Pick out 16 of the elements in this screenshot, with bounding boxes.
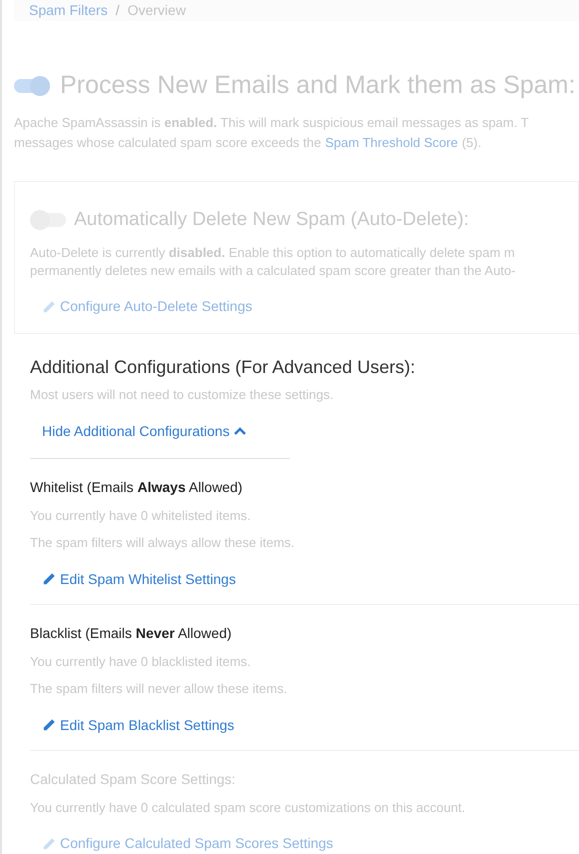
pencil-icon [42, 718, 56, 732]
toggle-link[interactable]: Hide Additional Configurations [42, 420, 579, 442]
section-title: Additional Configurations (For Advanced Users): [30, 356, 416, 379]
pencil-icon [42, 300, 56, 314]
edit-link[interactable]: Edit Spam Whitelist Settings [42, 568, 579, 590]
pencil-icon [42, 836, 56, 850]
breadcrumb-separator: / [116, 1, 120, 20]
breadcrumb-link[interactable]: Spam Filters [29, 0, 108, 21]
edit-link[interactable]: Configure Calculated Spam Scores Settings [42, 833, 579, 854]
pencil-icon [42, 572, 56, 586]
subsection-title: Whitelist (Emails Always Allowed) [30, 478, 244, 497]
configure-link[interactable]: Configure Auto-Delete Settings [42, 296, 578, 317]
edit-link[interactable]: Edit Spam Blacklist Settings [42, 714, 579, 736]
subsection-title: Blacklist (Emails Never Allowed) [30, 624, 233, 643]
threshold-link[interactable]: Spam Threshold Score [325, 132, 458, 152]
toggle-switch[interactable] [14, 78, 50, 93]
